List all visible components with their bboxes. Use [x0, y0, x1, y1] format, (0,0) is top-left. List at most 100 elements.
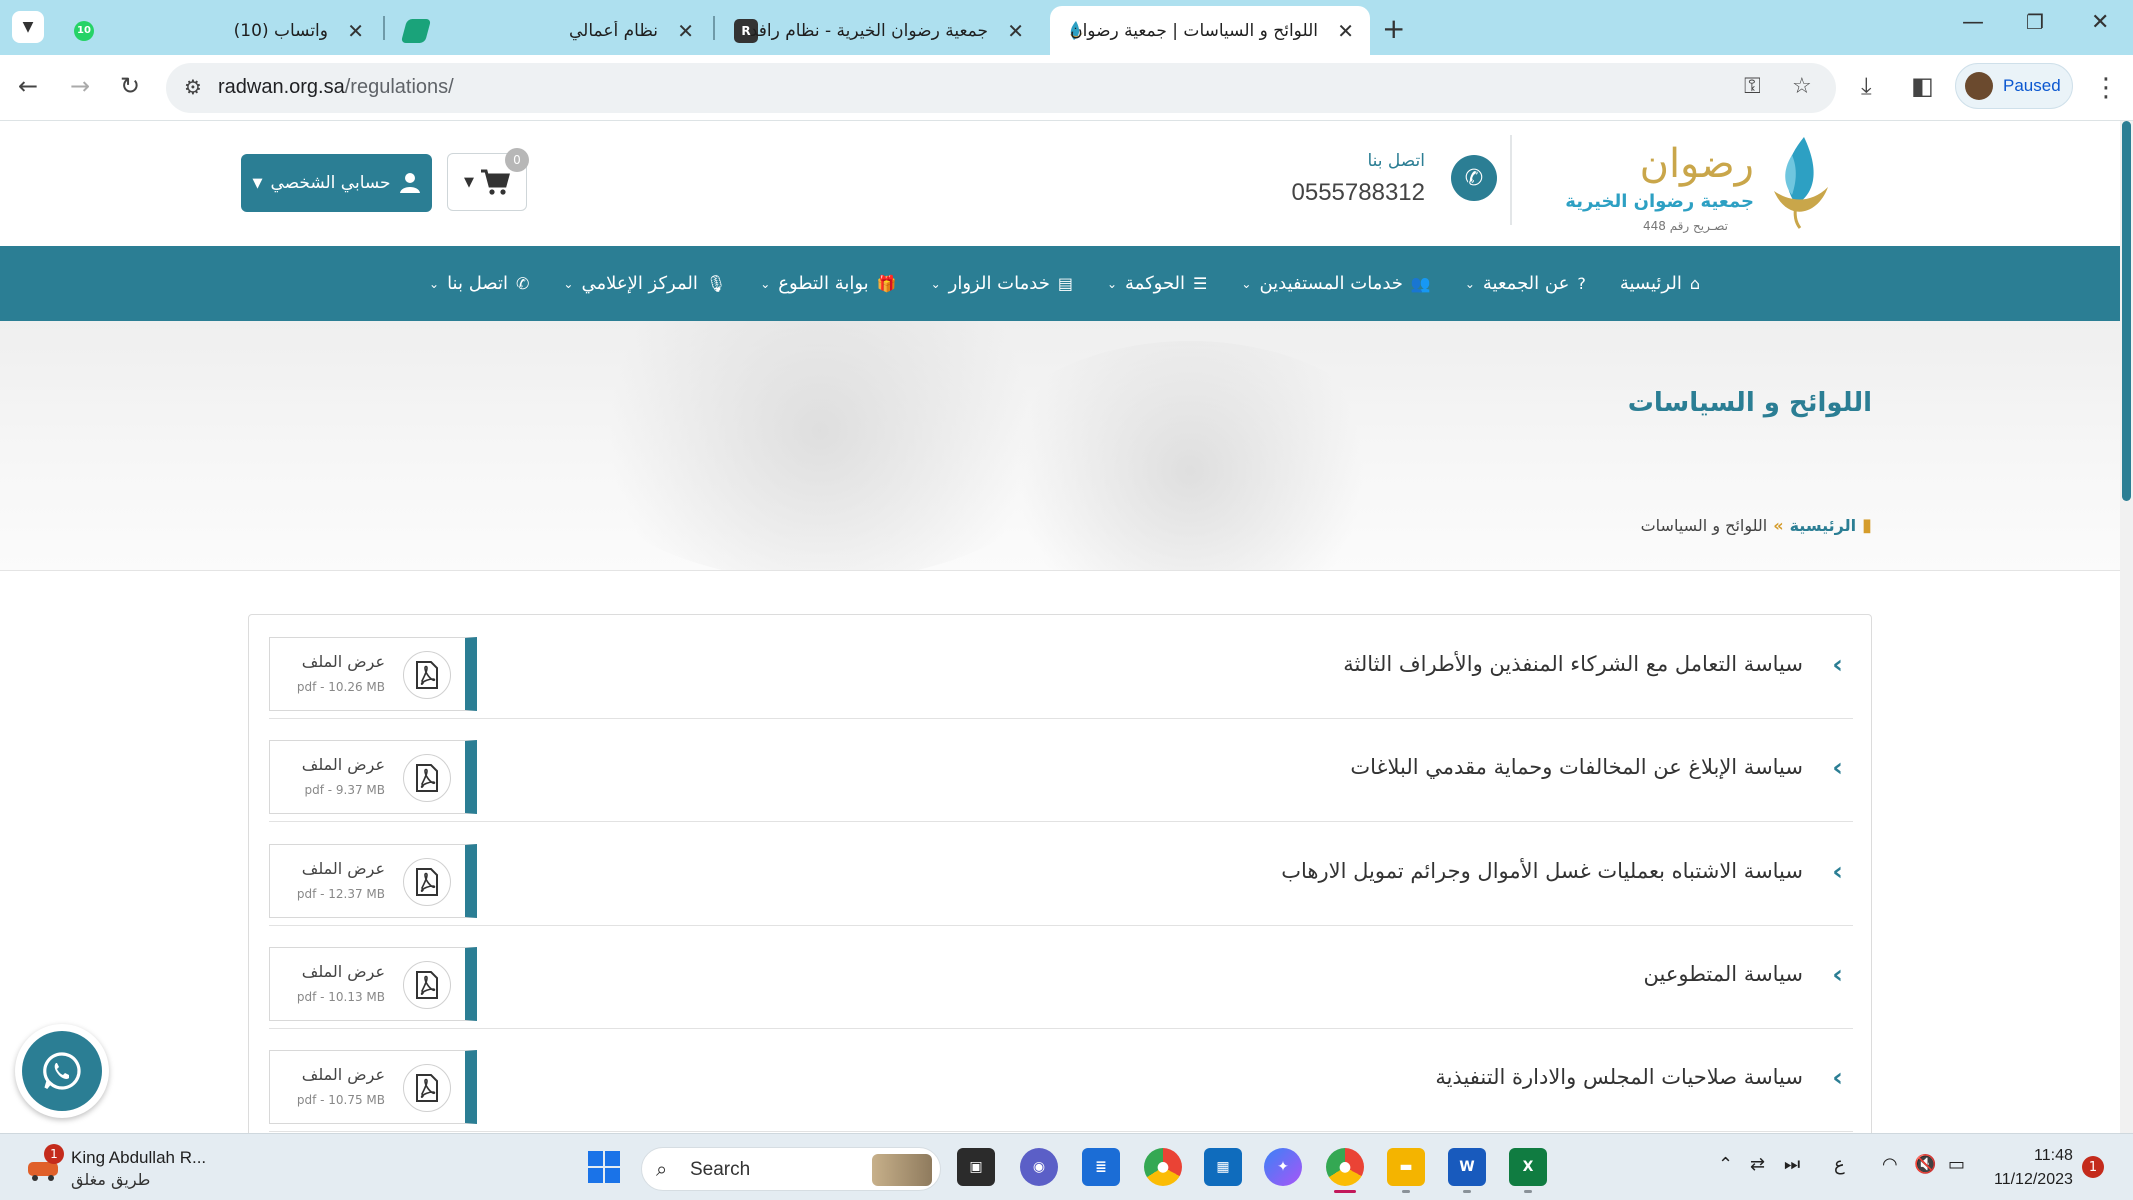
- account-button[interactable]: حسابي الشخصي ▼: [241, 154, 432, 212]
- site-logo[interactable]: رضوان جمعية رضوان الخيرية تصـريح رقم 448: [1565, 133, 1832, 233]
- excel-icon[interactable]: X: [1509, 1148, 1547, 1186]
- store-icon[interactable]: ▦: [1204, 1148, 1242, 1186]
- nav-item[interactable]: ⌂ الرئيسية: [1620, 273, 1700, 294]
- page-scrollbar[interactable]: [2120, 121, 2133, 1133]
- view-file-button[interactable]: عرض الملف pdf - 10.75 MB: [269, 1050, 477, 1124]
- view-file-button[interactable]: عرض الملف pdf - 12.37 MB: [269, 844, 477, 918]
- chevron-down-icon: ⌄: [1241, 276, 1252, 291]
- close-icon[interactable]: ✕: [1337, 19, 1354, 43]
- reload-icon[interactable]: ↻: [120, 72, 140, 100]
- regulation-title[interactable]: سياسة صلاحيات المجلس والادارة التنفيذية: [1435, 1065, 1803, 1089]
- password-key-icon[interactable]: ⚿: [1744, 74, 1761, 99]
- chrome-profile-icon[interactable]: ●: [1326, 1148, 1364, 1186]
- windows-start-icon[interactable]: [587, 1150, 621, 1184]
- nav-item-label: خدمات المستفيدين: [1259, 273, 1403, 294]
- open-app-indicator: [1463, 1190, 1471, 1193]
- notepad-icon[interactable]: ≣: [1082, 1148, 1120, 1186]
- regulation-title[interactable]: سياسة الاشتباه بعمليات غسل الأموال وجرائ…: [1281, 859, 1803, 883]
- nav-item-label: المركز الإعلامي: [581, 273, 698, 294]
- regulation-row[interactable]: ‹ سياسة الإبلاغ عن المخالفات وحماية مقدمي…: [269, 718, 1853, 822]
- phone-icon[interactable]: ✆: [1451, 155, 1497, 201]
- side-panel-icon[interactable]: ◧: [1911, 72, 1934, 100]
- regulation-row[interactable]: ‹ سياسة التعامل مع الشركاء المنفذين والأط…: [269, 615, 1853, 719]
- tab-regulations[interactable]: اللوائح و السياسات | جمعية رضوان ✕: [1050, 6, 1370, 55]
- regulation-row[interactable]: ‹ سياسة الاشتباه بعمليات غسل الأموال وجرا…: [269, 822, 1853, 926]
- open-app-indicator: [1402, 1190, 1410, 1193]
- nav-item[interactable]: 🎁 بوابة التطوع ⌄: [760, 273, 896, 294]
- system-clock[interactable]: 11:48 11/12/2023: [1994, 1144, 2073, 1192]
- back-icon[interactable]: ←: [18, 72, 38, 100]
- wifi-icon[interactable]: ◠: [1882, 1154, 1898, 1175]
- profile-button[interactable]: Paused: [1955, 63, 2073, 109]
- tab-whatsapp[interactable]: 10 واتساب (10) ✕: [60, 6, 380, 55]
- input-language[interactable]: ع: [1834, 1154, 1845, 1175]
- file-meta: pdf - 10.26 MB: [296, 680, 385, 694]
- notification-badge[interactable]: 1: [2082, 1156, 2104, 1178]
- view-file-label: عرض الملف: [301, 755, 385, 774]
- scrollbar-thumb[interactable]: [2122, 121, 2131, 501]
- more-menu-icon[interactable]: ⋮: [2093, 73, 2119, 103]
- account-label: حسابي الشخصي: [270, 173, 391, 193]
- tab-title: واتساب (10): [233, 20, 328, 41]
- chevron-down-icon: ⌄: [429, 276, 440, 291]
- word-icon[interactable]: W: [1448, 1148, 1486, 1186]
- window-close-button[interactable]: ✕: [2091, 10, 2109, 35]
- chevron-left-icon: ‹: [1832, 753, 1843, 783]
- nav-item[interactable]: 🎙 المركز الإعلامي ⌄: [563, 273, 726, 294]
- new-tab-button[interactable]: +: [1382, 12, 1405, 45]
- browser-toolbar: ← → ↻ ⚙ radwan.org.sa/regulations/ ⚿ ☆ ⤓…: [0, 55, 2133, 121]
- windows-taskbar: 1 King Abdullah R... طريق مغلق ⌕ Search …: [0, 1133, 2133, 1200]
- regulation-row[interactable]: ‹ سياسة المتطوعين عرض الملف pdf - 10.13 MB: [269, 925, 1853, 1029]
- nav-item[interactable]: ☰ الحوكمة ⌄: [1107, 273, 1207, 294]
- nav-item[interactable]: 👥 خدمات المستفيدين ⌄: [1241, 273, 1430, 294]
- profile-status-label: Paused: [2003, 76, 2061, 95]
- regulation-title[interactable]: سياسة المتطوعين: [1644, 962, 1804, 986]
- view-file-button[interactable]: عرض الملف pdf - 10.13 MB: [269, 947, 477, 1021]
- chrome-icon[interactable]: ●: [1144, 1148, 1182, 1186]
- tab-amali[interactable]: نظام أعمالي ✕: [390, 6, 710, 55]
- view-file-button[interactable]: عرض الملف pdf - 10.26 MB: [269, 637, 477, 711]
- media-icon[interactable]: ⏭: [1784, 1154, 1800, 1175]
- volume-muted-icon[interactable]: 🔇: [1914, 1154, 1936, 1175]
- pdf-icon: [403, 1064, 451, 1112]
- chevron-up-icon[interactable]: ⌃: [1718, 1154, 1733, 1175]
- forward-icon[interactable]: →: [70, 72, 90, 100]
- question-icon: ?: [1577, 274, 1586, 293]
- minimize-button[interactable]: —: [1962, 10, 1984, 35]
- taskbar-search-box[interactable]: ⌕ Search: [641, 1147, 941, 1191]
- search-label: Search: [690, 1159, 751, 1180]
- close-icon[interactable]: ✕: [677, 19, 694, 43]
- download-icon[interactable]: ⤓: [1861, 72, 1872, 100]
- close-icon[interactable]: ✕: [347, 19, 364, 43]
- tab-search-button[interactable]: ▼: [12, 11, 44, 43]
- whatsapp-chat-button[interactable]: [15, 1024, 109, 1118]
- address-bar[interactable]: ⚙ radwan.org.sa/regulations/ ⚿ ☆: [166, 63, 1836, 113]
- task-view-icon[interactable]: ▣: [957, 1148, 995, 1186]
- view-file-button[interactable]: عرض الملف pdf - 9.37 MB: [269, 740, 477, 814]
- url-text[interactable]: radwan.org.sa/regulations/: [218, 76, 454, 99]
- nav-item[interactable]: ▤ خدمات الزوار ⌄: [931, 273, 1073, 294]
- regulation-title[interactable]: سياسة الإبلاغ عن المخالفات وحماية مقدمي …: [1350, 755, 1803, 779]
- restore-button[interactable]: ❐: [2026, 10, 2044, 34]
- contact-phone[interactable]: 0555788312: [1292, 179, 1425, 207]
- chat-icon[interactable]: ◉: [1020, 1148, 1058, 1186]
- pdf-icon: [403, 858, 451, 906]
- file-explorer-icon[interactable]: ▬: [1387, 1148, 1425, 1186]
- header-divider: [1510, 135, 1512, 225]
- copilot-icon[interactable]: ✦: [1264, 1148, 1302, 1186]
- site-header: رضوان جمعية رضوان الخيرية تصـريح رقم 448…: [0, 121, 2120, 246]
- bookmark-icon: ▮: [1862, 515, 1872, 536]
- clock-time: 11:48: [2034, 1147, 2073, 1164]
- bookmark-star-icon[interactable]: ☆: [1792, 74, 1812, 99]
- file-meta: pdf - 12.37 MB: [296, 887, 385, 901]
- nav-item[interactable]: ? عن الجمعية ⌄: [1465, 273, 1586, 294]
- tab-rafed[interactable]: R جمعية رضوان الخيرية - نظام رافد ✕: [720, 6, 1040, 55]
- nav-item[interactable]: ✆ اتصل بنا ⌄: [429, 273, 529, 294]
- regulation-title[interactable]: سياسة التعامل مع الشركاء المنفذين والأطر…: [1343, 652, 1803, 676]
- close-icon[interactable]: ✕: [1007, 19, 1024, 43]
- network-transfer-icon[interactable]: ⇄: [1750, 1154, 1765, 1175]
- breadcrumb-home-link[interactable]: الرئيسية: [1790, 516, 1857, 535]
- battery-icon[interactable]: ▭: [1948, 1154, 1965, 1175]
- regulation-row[interactable]: ‹ سياسة صلاحيات المجلس والادارة التنفيذية…: [269, 1028, 1853, 1132]
- site-info-icon[interactable]: ⚙: [184, 75, 202, 99]
